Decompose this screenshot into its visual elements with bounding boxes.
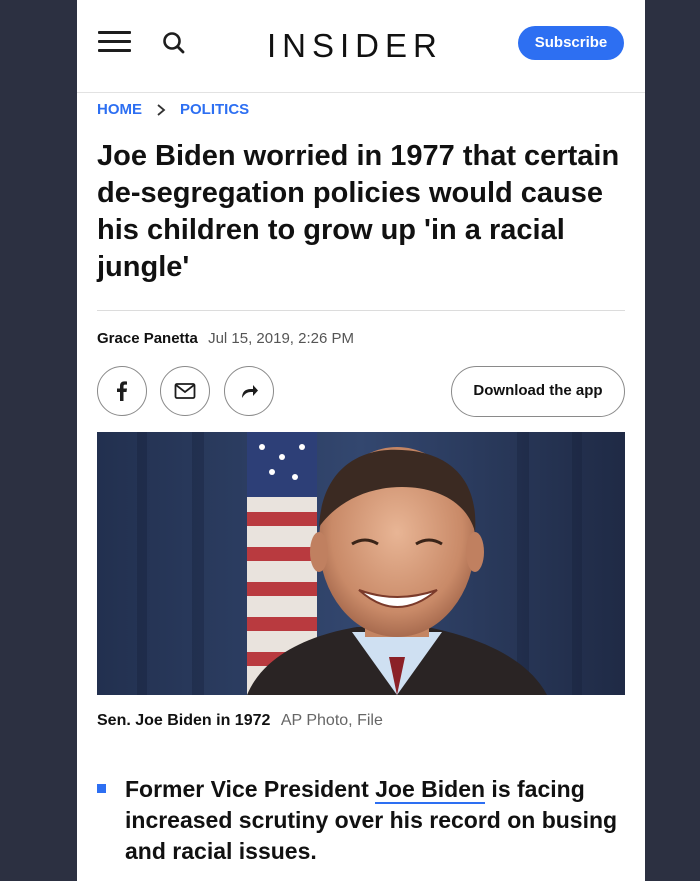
caption-text: Sen. Joe Biden in 1972 bbox=[97, 712, 271, 729]
search-icon[interactable] bbox=[161, 30, 187, 56]
facebook-icon bbox=[117, 381, 127, 401]
share-icon bbox=[242, 385, 258, 398]
joe-biden-link[interactable]: Joe Biden bbox=[375, 776, 486, 804]
article-photo bbox=[97, 432, 625, 695]
breadcrumb-home-link[interactable]: HOME bbox=[97, 101, 142, 118]
publish-date: Jul 15, 2019, 2:26 PM bbox=[208, 330, 354, 347]
email-share-button[interactable] bbox=[160, 366, 210, 416]
divider bbox=[97, 310, 625, 311]
author-name[interactable]: Grace Panetta bbox=[97, 330, 198, 347]
bullet-text-start: Former Vice President bbox=[125, 776, 376, 802]
top-navigation: INSIDER Subscribe bbox=[77, 0, 645, 93]
breadcrumb-politics-link[interactable]: POLITICS bbox=[180, 101, 249, 118]
share-button[interactable] bbox=[224, 366, 274, 416]
biden-portrait-image bbox=[97, 432, 625, 695]
insider-logo[interactable]: INSIDER bbox=[267, 27, 443, 65]
photo-caption: Sen. Joe Biden in 1972 AP Photo, File bbox=[97, 712, 383, 730]
bullet-marker bbox=[97, 784, 106, 793]
chevron-right-icon bbox=[157, 103, 166, 116]
article-headline: Joe Biden worried in 1977 that certain d… bbox=[97, 140, 620, 283]
hamburger-menu-icon[interactable] bbox=[98, 31, 131, 53]
facebook-share-button[interactable] bbox=[97, 366, 147, 416]
breadcrumb: HOME POLITICS bbox=[97, 101, 249, 118]
photo-credit: AP Photo, File bbox=[280, 712, 383, 729]
summary-bullet: Former Vice President Joe Biden is facin… bbox=[125, 774, 625, 867]
byline: Grace Panetta Jul 15, 2019, 2:26 PM bbox=[97, 330, 354, 347]
article-page: INSIDER Subscribe HOME POLITICS Joe Bide… bbox=[77, 0, 645, 881]
download-app-button[interactable]: Download the app bbox=[451, 366, 625, 417]
subscribe-button[interactable]: Subscribe bbox=[518, 26, 624, 60]
email-icon bbox=[174, 383, 196, 399]
